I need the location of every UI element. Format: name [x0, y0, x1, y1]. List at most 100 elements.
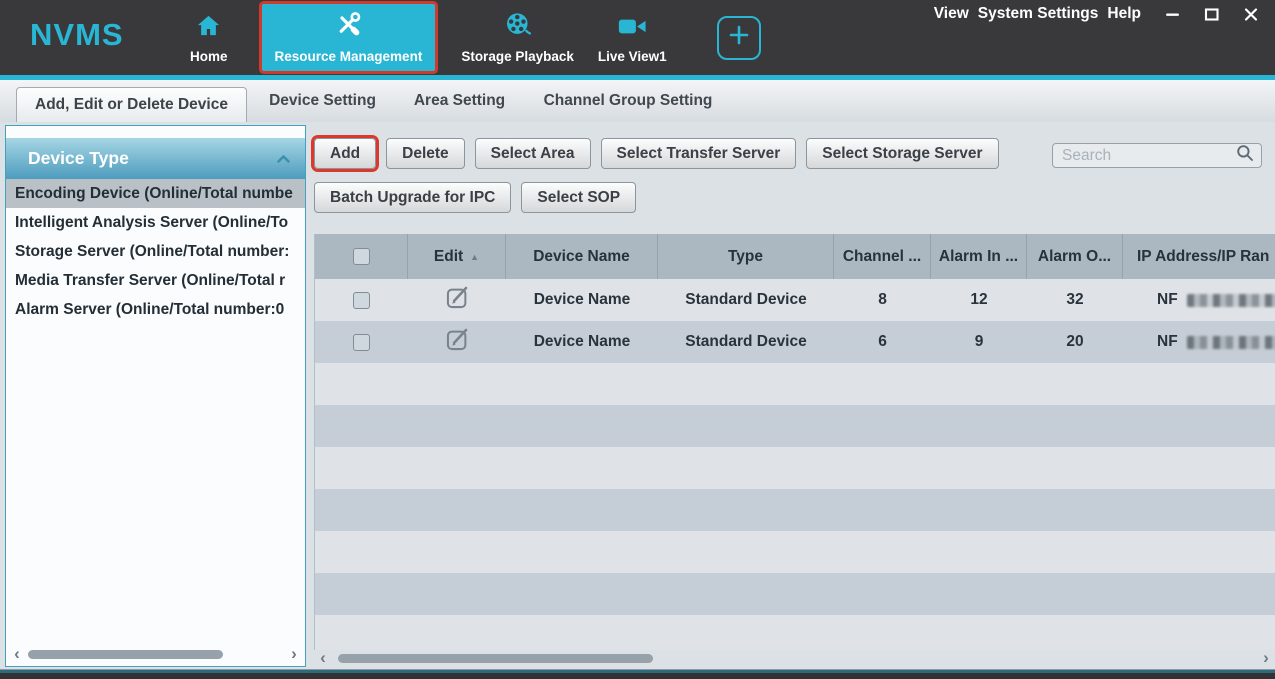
nav-live-view-label: Live View1 — [598, 49, 667, 64]
sidebar-item-storage-server[interactable]: Storage Server (Online/Total number: — [6, 237, 305, 266]
ip-prefix: NF — [1157, 333, 1178, 351]
select-all-checkbox[interactable] — [353, 248, 370, 265]
content-area: Device Type Encoding Device (Online/Tota… — [0, 122, 1275, 669]
nav-storage-playback[interactable]: Storage Playback — [449, 4, 586, 71]
sidebar-item-alarm-server[interactable]: Alarm Server (Online/Total number:0 — [6, 295, 305, 324]
delete-button[interactable]: Delete — [386, 138, 465, 169]
select-sop-button[interactable]: Select SOP — [521, 182, 636, 213]
tab-add-edit-delete-device[interactable]: Add, Edit or Delete Device — [16, 87, 247, 122]
add-tab-button[interactable] — [717, 16, 761, 60]
column-header-alarm-in[interactable]: Alarm In ... — [931, 234, 1027, 279]
header-select-all — [315, 234, 408, 279]
device-table: Edit ▲ Device Name Type Channel ... Alar… — [314, 234, 1275, 650]
top-bar: NVMS Home — [0, 0, 1275, 75]
cell-ip-address: NF — [1123, 321, 1275, 363]
row-checkbox[interactable] — [353, 334, 370, 351]
sidebar-horizontal-scrollbar[interactable]: ‹ › — [11, 646, 300, 662]
table-header: Edit ▲ Device Name Type Channel ... Alar… — [315, 234, 1275, 279]
column-header-edit[interactable]: Edit ▲ — [408, 234, 506, 279]
tab-channel-group-setting[interactable]: Channel Group Setting — [538, 80, 718, 122]
cell-alarm-in: 12 — [931, 279, 1027, 321]
redacted-ip-block — [1187, 294, 1275, 307]
menu-system-settings[interactable]: System Settings — [978, 5, 1099, 23]
tab-area-setting[interactable]: Area Setting — [407, 80, 512, 122]
scroll-right-icon[interactable]: › — [1260, 651, 1272, 665]
toolbar-row-1: Add Delete Select Area Select Transfer S… — [314, 138, 999, 169]
table-row[interactable]: Device Name Standard Device 8 12 32 NF — [315, 279, 1275, 321]
menu-help[interactable]: Help — [1107, 5, 1141, 23]
search-box — [1052, 143, 1262, 168]
cell-type: Standard Device — [658, 321, 834, 363]
select-storage-server-button[interactable]: Select Storage Server — [806, 138, 998, 169]
scroll-left-icon[interactable]: ‹ — [11, 647, 23, 661]
app-window: NVMS Home — [0, 0, 1275, 679]
nav-live-view[interactable]: Live View1 — [586, 4, 679, 71]
tools-icon — [333, 9, 363, 44]
close-icon[interactable] — [1243, 6, 1259, 22]
app-logo: NVMS — [30, 17, 124, 53]
toolbar-row-2: Batch Upgrade for IPC Select SOP — [314, 182, 636, 213]
scroll-left-icon[interactable]: ‹ — [317, 651, 329, 665]
scrollbar-thumb[interactable] — [28, 650, 223, 659]
window-controls — [1165, 6, 1259, 22]
device-type-header[interactable]: Device Type — [6, 138, 305, 179]
select-transfer-server-button[interactable]: Select Transfer Server — [601, 138, 797, 169]
select-area-button[interactable]: Select Area — [475, 138, 591, 169]
sidebar-item-encoding-device[interactable]: Encoding Device (Online/Total numbe — [6, 179, 305, 208]
maximize-icon[interactable] — [1204, 6, 1220, 22]
redacted-ip-block — [1187, 336, 1275, 349]
search-input[interactable] — [1062, 147, 1236, 165]
table-row[interactable]: Device Name Standard Device 6 9 20 NF — [315, 321, 1275, 363]
bottom-bar — [0, 669, 1275, 679]
device-type-header-label: Device Type — [28, 148, 129, 169]
sidebar-item-intelligent-analysis-server[interactable]: Intelligent Analysis Server (Online/To — [6, 208, 305, 237]
sidebar-item-media-transfer-server[interactable]: Media Transfer Server (Online/Total r — [6, 266, 305, 295]
column-header-ip-address[interactable]: IP Address/IP Ran — [1123, 234, 1275, 279]
column-header-type[interactable]: Type — [658, 234, 834, 279]
minimize-icon[interactable] — [1165, 6, 1181, 22]
cell-channel: 6 — [834, 321, 931, 363]
table-horizontal-scrollbar[interactable]: ‹ › — [317, 650, 1272, 666]
nav-storage-playback-label: Storage Playback — [461, 49, 574, 64]
column-header-device-name[interactable]: Device Name — [506, 234, 658, 279]
chevron-up-icon — [276, 154, 291, 164]
search-icon[interactable] — [1236, 144, 1254, 167]
column-header-channel[interactable]: Channel ... — [834, 234, 931, 279]
edit-icon — [444, 284, 471, 316]
nav-home[interactable]: Home — [178, 4, 240, 71]
menu-bar: View System Settings Help — [934, 5, 1141, 23]
cell-ip-address: NF — [1123, 279, 1275, 321]
empty-rows-stripes — [315, 363, 1275, 650]
cell-type: Standard Device — [658, 279, 834, 321]
home-icon — [195, 13, 222, 44]
row-checkbox[interactable] — [353, 292, 370, 309]
device-list-panel: Add Delete Select Area Select Transfer S… — [314, 122, 1275, 669]
nav-resource-management-label: Resource Management — [275, 49, 423, 64]
add-button[interactable]: Add — [314, 138, 376, 169]
title-bar-right: View System Settings Help — [934, 5, 1259, 23]
tab-device-setting[interactable]: Device Setting — [265, 80, 380, 122]
cell-device-name: Device Name — [506, 279, 658, 321]
cell-device-name: Device Name — [506, 321, 658, 363]
edit-icon — [444, 326, 471, 358]
ip-prefix: NF — [1157, 291, 1178, 309]
batch-upgrade-for-ipc-button[interactable]: Batch Upgrade for IPC — [314, 182, 511, 213]
cell-channel: 8 — [834, 279, 931, 321]
cell-alarm-out: 32 — [1027, 279, 1123, 321]
nav-resource-management[interactable]: Resource Management — [262, 4, 436, 71]
tab-bar: Add, Edit or Delete Device Device Settin… — [0, 80, 1275, 122]
edit-device-button[interactable] — [408, 279, 506, 321]
column-header-alarm-out[interactable]: Alarm O... — [1027, 234, 1123, 279]
main-nav: Home Resource Management — [178, 4, 761, 71]
edit-device-button[interactable] — [408, 321, 506, 363]
nav-home-label: Home — [190, 49, 228, 64]
scrollbar-thumb[interactable] — [338, 654, 653, 663]
video-camera-icon — [617, 14, 648, 44]
cell-alarm-out: 20 — [1027, 321, 1123, 363]
film-reel-icon — [504, 11, 532, 44]
scroll-right-icon[interactable]: › — [288, 647, 300, 661]
column-header-edit-label: Edit — [434, 248, 463, 266]
plus-icon — [728, 24, 750, 51]
sort-asc-icon: ▲ — [470, 252, 479, 262]
menu-view[interactable]: View — [934, 5, 969, 23]
